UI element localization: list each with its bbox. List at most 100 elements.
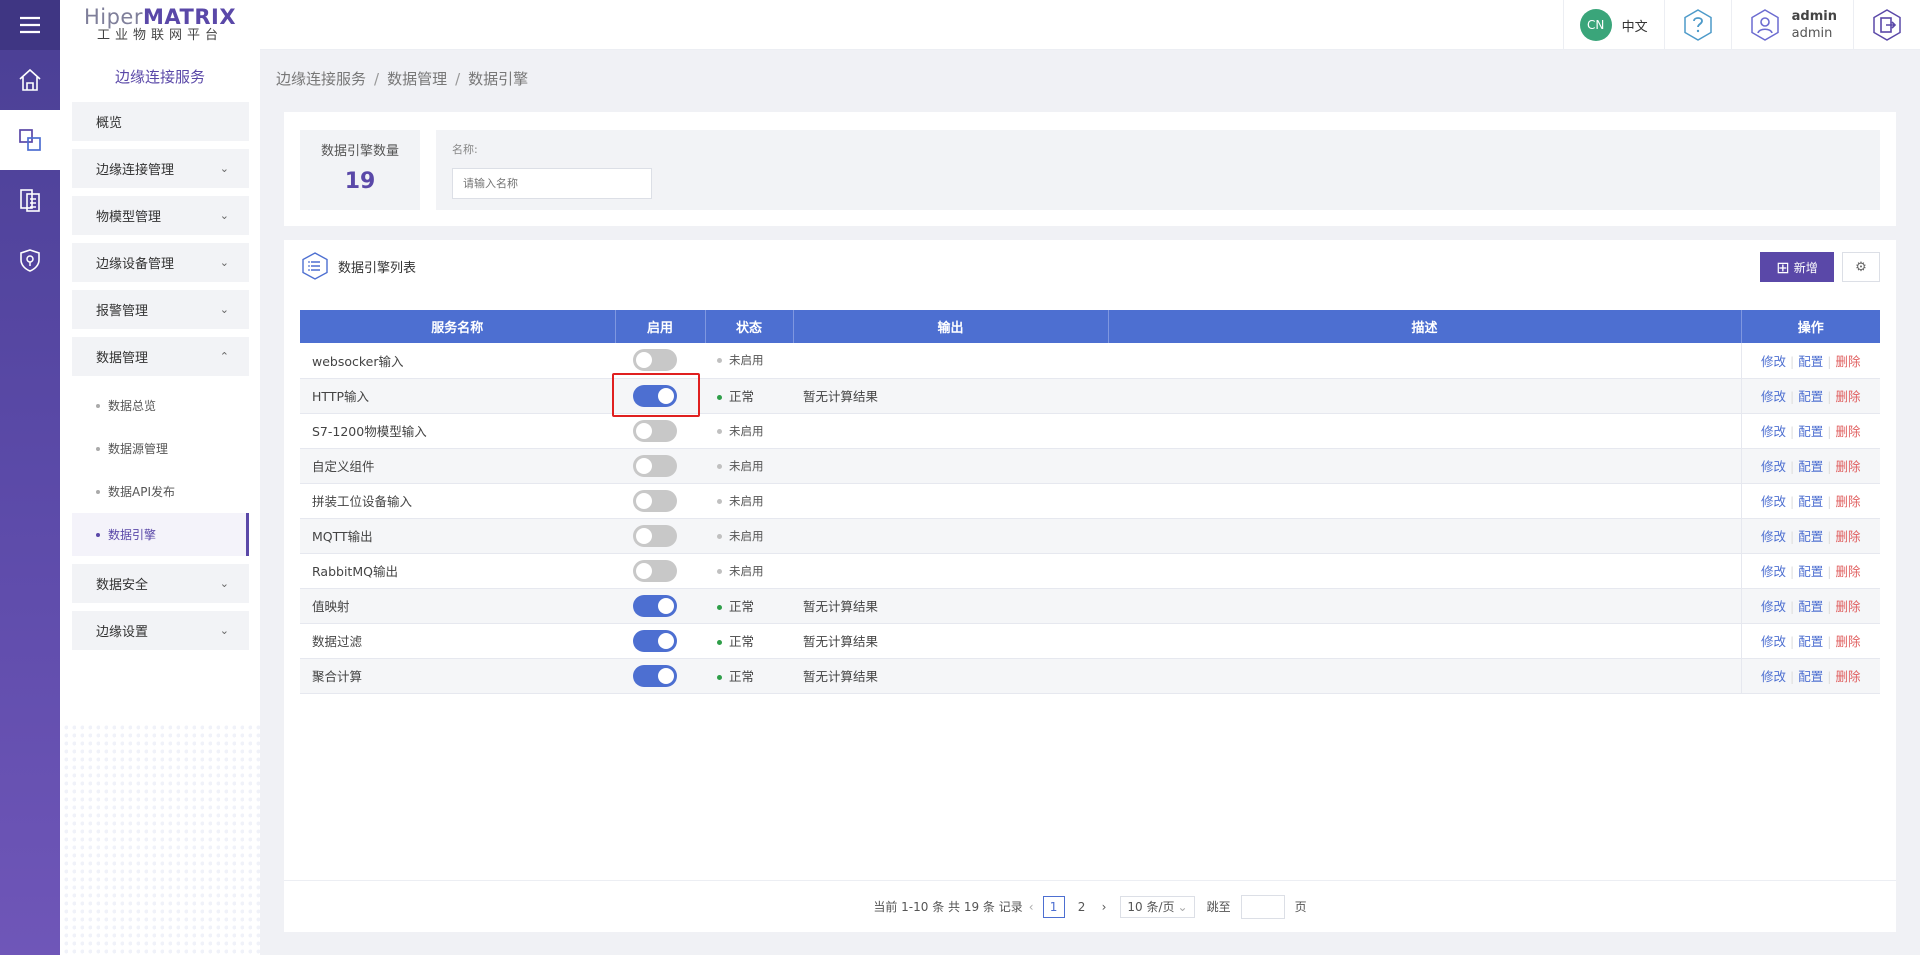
edit-link[interactable]: 修改 — [1761, 424, 1786, 439]
config-link[interactable]: 配置 — [1798, 564, 1823, 579]
config-link[interactable]: 配置 — [1798, 389, 1823, 404]
edit-link[interactable]: 修改 — [1761, 459, 1786, 474]
table-row: 自定义组件 未启用 修改 | 配置 | 删除 — [300, 448, 1880, 484]
config-link[interactable]: 配置 — [1798, 599, 1823, 614]
column-header: 输出 — [793, 310, 1109, 343]
settings-button[interactable]: ⚙ — [1842, 252, 1880, 282]
top-bar: CN 中文 admin admin — [260, 0, 1920, 50]
config-link[interactable]: 配置 — [1798, 459, 1823, 474]
delete-link[interactable]: 删除 — [1835, 599, 1860, 614]
delete-link[interactable]: 删除 — [1835, 354, 1860, 369]
actions-cell: 修改 | 配置 | 删除 — [1740, 658, 1880, 694]
list-header: 数据引擎列表 — [300, 248, 416, 284]
breadcrumb-item[interactable]: 边缘连接服务 — [276, 70, 366, 88]
sidebar-item-data-management[interactable]: 数据管理 ⌃ — [72, 337, 249, 376]
table-row: S7-1200物模型输入 未启用 修改 | 配置 | 删除 — [300, 413, 1880, 449]
filter-panel: 名称: — [436, 130, 1880, 210]
enable-toggle[interactable] — [633, 664, 677, 687]
stat-label: 数据引擎数量 — [320, 144, 399, 159]
delete-link[interactable]: 删除 — [1835, 564, 1860, 579]
page-1[interactable]: 1 — [1042, 895, 1065, 918]
output-cell — [793, 483, 1108, 519]
page-size-select[interactable]: 10 条/页 ⌄ — [1120, 895, 1195, 918]
config-link[interactable]: 配置 — [1798, 354, 1823, 369]
actions-cell: 修改 | 配置 | 删除 — [1740, 518, 1880, 554]
sidebar-item-edge-settings[interactable]: 边缘设置 ⌄ — [72, 611, 249, 650]
name-filter-input[interactable] — [452, 168, 652, 199]
service-name: 数据过滤 — [300, 623, 615, 659]
enable-toggle[interactable] — [633, 454, 677, 477]
enable-toggle[interactable] — [633, 419, 677, 442]
delete-link[interactable]: 删除 — [1835, 459, 1860, 474]
sidebar-item-thing-model[interactable]: 物模型管理 ⌄ — [72, 196, 249, 235]
actions-cell: 修改 | 配置 | 删除 — [1740, 623, 1880, 659]
user-menu[interactable]: admin admin — [1730, 0, 1853, 50]
engine-count-stat: 数据引擎数量 19 — [300, 130, 420, 210]
enable-toggle[interactable] — [633, 629, 677, 652]
enable-toggle[interactable] — [633, 524, 677, 547]
delete-link[interactable]: 删除 — [1835, 494, 1860, 509]
sidebar-subitem-data-api[interactable]: 数据API发布 — [72, 470, 249, 513]
page-2[interactable]: 2 — [1071, 896, 1093, 918]
next-page-icon[interactable]: › — [1102, 900, 1107, 914]
help-button[interactable] — [1663, 0, 1731, 50]
home-icon[interactable] — [0, 50, 60, 110]
config-link[interactable]: 配置 — [1798, 529, 1823, 544]
status-badge: 未启用 — [705, 529, 764, 543]
table-header-row: 服务名称 启用 状态 输出 描述 操作 — [300, 310, 1880, 343]
column-header: 启用 — [615, 310, 706, 343]
table-row: 值映射 正常 暂无计算结果 修改 | 配置 | 删除 — [300, 588, 1880, 624]
actions-cell: 修改 | 配置 | 删除 — [1740, 483, 1880, 519]
sidebar-subitem-data-overview[interactable]: 数据总览 — [72, 384, 249, 427]
config-link[interactable]: 配置 — [1798, 494, 1823, 509]
sidebar-title: 边缘连接服务 — [114, 67, 205, 86]
delete-link[interactable]: 删除 — [1835, 424, 1860, 439]
config-link[interactable]: 配置 — [1798, 634, 1823, 649]
sidebar-subitem-data-source[interactable]: 数据源管理 — [72, 427, 249, 470]
menu-icon[interactable] — [0, 0, 60, 50]
language-switcher[interactable]: CN 中文 — [1562, 0, 1664, 50]
engine-table: 服务名称 启用 状态 输出 描述 操作 websocker输入 未启用 修改 | 配置 |… — [300, 310, 1880, 694]
status-badge: 未启用 — [705, 459, 764, 473]
config-link[interactable]: 配置 — [1798, 669, 1823, 684]
breadcrumb-item[interactable]: 数据管理 — [387, 70, 447, 88]
edit-link[interactable]: 修改 — [1761, 669, 1786, 684]
list-icon — [302, 252, 328, 280]
edit-link[interactable]: 修改 — [1761, 564, 1786, 579]
edge-service-icon[interactable] — [0, 110, 60, 170]
table-row: RabbitMQ输出 未启用 修改 | 配置 | 删除 — [300, 553, 1880, 589]
enable-toggle[interactable] — [633, 349, 677, 372]
prev-page-icon[interactable]: ‹ — [1029, 900, 1034, 914]
delete-link[interactable]: 删除 — [1835, 529, 1860, 544]
edit-link[interactable]: 修改 — [1761, 634, 1786, 649]
status-badge: 未启用 — [705, 424, 764, 438]
status-badge: 未启用 — [705, 494, 764, 508]
edit-link[interactable]: 修改 — [1761, 354, 1786, 369]
sidebar-item-data-security[interactable]: 数据安全 ⌄ — [72, 564, 249, 603]
sidebar-item-edge-connection[interactable]: 边缘连接管理 ⌄ — [72, 149, 249, 188]
edit-link[interactable]: 修改 — [1761, 599, 1786, 614]
sidebar-subitem-data-engine[interactable]: 数据引擎 — [72, 513, 249, 556]
config-link[interactable]: 配置 — [1798, 424, 1823, 439]
add-button[interactable]: ⊞ 新增 — [1760, 252, 1834, 282]
description-cell — [1108, 448, 1741, 484]
shield-icon[interactable] — [0, 230, 60, 290]
jump-input[interactable] — [1240, 894, 1285, 919]
document-icon[interactable] — [0, 170, 60, 230]
delete-link[interactable]: 删除 — [1835, 389, 1860, 404]
enable-toggle[interactable] — [633, 594, 677, 617]
edit-link[interactable]: 修改 — [1761, 389, 1786, 404]
edit-link[interactable]: 修改 — [1761, 494, 1786, 509]
enable-toggle[interactable] — [633, 559, 677, 582]
enable-toggle[interactable] — [633, 489, 677, 512]
sidebar-item-overview[interactable]: 概览 — [72, 102, 249, 141]
sidebar-item-edge-device[interactable]: 边缘设备管理 ⌄ — [72, 243, 249, 282]
delete-link[interactable]: 删除 — [1835, 669, 1860, 684]
sidebar-item-alarm[interactable]: 报警管理 ⌄ — [72, 290, 249, 329]
help-icon — [1683, 9, 1712, 41]
language-badge: CN — [1579, 9, 1612, 41]
delete-link[interactable]: 删除 — [1835, 634, 1860, 649]
edit-link[interactable]: 修改 — [1761, 529, 1786, 544]
logout-button[interactable] — [1853, 0, 1920, 50]
name-filter-label: 名称: — [452, 143, 478, 156]
